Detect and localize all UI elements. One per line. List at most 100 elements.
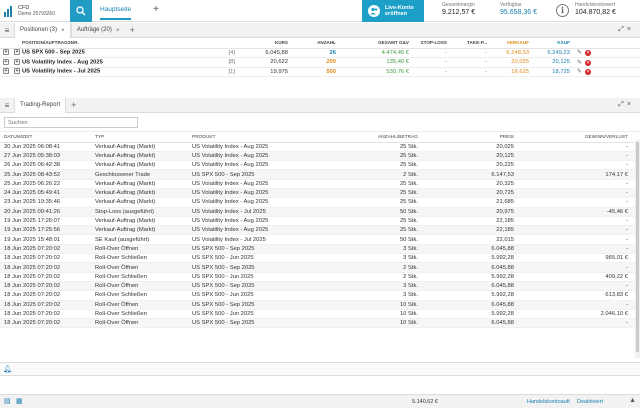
report-pl: - [526,142,640,152]
col-product[interactable]: PRODUKT [188,133,330,143]
report-row[interactable]: 19 Jun 2025 15:48:01 SE Kauf (ausgeführt)… [0,234,640,245]
add-panel-tab-icon[interactable]: + [130,25,135,35]
position-name-cell[interactable]: + + US Volatility Index - Jul 2025 [0,67,150,77]
close-position-icon[interactable]: ✕ [585,69,592,76]
report-row[interactable]: 26 Jun 2025 06:42:38 Verkauf-Auftrag (Mar… [0,160,640,171]
position-row[interactable]: + + US SPX 500 - Sep 2025 [4] 6.045,88 26 4.47… [0,48,640,58]
col-qty[interactable]: ANZAHL/BETRAG [330,133,430,143]
menu-icon[interactable]: ≡ [0,26,14,35]
position-verkauf[interactable]: 18,625 [490,67,532,77]
edit-pencil-icon[interactable]: ✎ [577,50,582,56]
close-tab-icon[interactable]: × [116,27,120,34]
expand-icon[interactable]: ⤢ [618,26,627,33]
tab-positions[interactable]: Positionen (3) × [14,22,71,38]
search-button[interactable] [70,0,92,22]
report-row[interactable]: 25 Jun 2025 06:26:22 Verkauf-Auftrag (Mar… [0,179,640,190]
report-date: 19 Jun 2025 17:26:07 [0,216,91,227]
report-product: US Volatility Index - Jul 2025 [188,207,330,217]
position-row[interactable]: + + US Volatility Index - Jul 2025 [1] 19,97… [0,67,640,77]
report-row[interactable]: 24 Jun 2025 05:49:41 Verkauf-Auftrag (Mar… [0,188,640,199]
account-link[interactable]: Handelskontoauft [527,399,570,405]
deactivated-label[interactable]: Deaktiviert [577,399,603,405]
add-panel-tab-icon[interactable]: + [71,100,76,110]
add-order-icon[interactable]: + [14,49,20,56]
col-gv[interactable]: GESAMT G&V [339,38,412,49]
report-row[interactable]: 23 Jun 2025 19:35:46 Verkauf-Auftrag (Mar… [0,197,640,208]
col-type[interactable]: TYP [91,133,188,143]
col-position[interactable]: POSITION/AUFTRAGSNR. [0,38,150,49]
report-row[interactable]: 18 Jun 2025 07:20:02 Roll-Over Schließen U… [0,290,640,301]
position-takeprofit[interactable]: - [450,57,490,68]
report-row[interactable]: 30 Jun 2025 06:08:41 Verkauf-Auftrag (Mar… [0,142,640,152]
position-row[interactable]: + + US Volatility Index - Aug 2025 [8] 20,62… [0,57,640,68]
report-row[interactable]: 18 Jun 2025 07:20:02 Roll-Over Schließen U… [0,309,640,320]
panel-window-controls[interactable]: ⤢× [618,26,634,34]
arrow-up-icon[interactable]: ▲ [629,397,636,404]
position-stoploss[interactable]: - [412,57,450,68]
position-verkauf[interactable]: 6.248,53 [490,48,532,58]
tab-home[interactable]: Hauptseite [100,6,132,20]
expand-plus-icon[interactable]: + [3,68,9,75]
document-icon[interactable]: ▤ [4,397,11,405]
menu-icon[interactable]: ≡ [0,101,14,110]
report-row[interactable]: 18 Jun 2025 07:20:02 Roll-Over Schließen U… [0,272,640,282]
position-kauf[interactable]: 6.249,23 [532,48,573,58]
position-name-cell[interactable]: + + US SPX 500 - Sep 2025 [0,48,150,58]
col-price[interactable]: PREIS [430,133,526,143]
close-icon[interactable]: × [627,101,634,108]
report-row[interactable]: 18 Jun 2025 07:20:02 Roll-Over Öffnen US S… [0,300,640,310]
position-verkauf[interactable]: 20,025 [490,57,532,68]
report-row[interactable]: 27 Jun 2025 05:38:03 Verkauf-Auftrag (Mar… [0,151,640,162]
report-row[interactable]: 19 Jun 2025 17:25:56 Verkauf-Auftrag (Mar… [0,225,640,236]
report-row[interactable]: 20 Jun 2025 00:41:26 Stop-Loss (ausgeführ… [0,207,640,217]
report-row[interactable]: 18 Jun 2025 07:20:02 Roll-Over Öffnen US S… [0,244,640,255]
report-row[interactable]: 25 Jun 2025 08:43:52 Geschlossener Trade U… [0,169,640,180]
position-stoploss[interactable]: - [412,48,450,58]
add-order-icon[interactable]: + [14,68,20,75]
position-kauf[interactable]: 20,125 [532,57,573,68]
position-gv: 530,76 € [339,67,412,77]
position-takeprofit[interactable]: - [450,67,490,77]
account-switcher[interactable]: CFD Demo 25793260 [0,0,70,22]
tab-orders[interactable]: Aufträge (20) × [70,22,125,38]
scroll-thumb[interactable] [636,142,639,352]
col-kauf[interactable]: KAUF [532,38,573,49]
col-takeprofit[interactable]: TAKE-P... [450,38,490,49]
position-kauf[interactable]: 18,725 [532,67,573,77]
edit-pencil-icon[interactable]: ✎ [577,60,582,66]
col-stoploss[interactable]: STOP-LOSS [412,38,450,49]
report-row[interactable]: 18 Jun 2025 07:20:02 Roll-Over Öffnen US S… [0,262,640,273]
close-icon[interactable]: × [627,26,634,33]
close-position-icon[interactable]: ✕ [585,59,592,66]
tab-trading-report[interactable]: Trading-Report [14,97,67,113]
add-order-icon[interactable]: + [14,58,20,65]
report-row[interactable]: 18 Jun 2025 07:20:02 Roll-Over Schließen U… [0,253,640,264]
close-position-icon[interactable]: ✕ [585,50,592,57]
position-takeprofit[interactable]: - [450,48,490,58]
report-row[interactable]: 19 Jun 2025 17:26:07 Verkauf-Auftrag (Mar… [0,216,640,227]
live-account-button[interactable]: Live-Konto eröffnen [362,0,424,22]
add-tab-icon[interactable]: + [153,4,159,15]
panel-window-controls[interactable]: ⤢× [618,101,634,109]
report-row[interactable]: 18 Jun 2025 07:20:02 Roll-Over Öffnen US S… [0,318,640,329]
bell-icon[interactable]: 🔔︎ [3,365,12,373]
info-icon[interactable]: i [556,4,569,17]
col-pl[interactable]: GEWINN/VERLUST [526,133,640,143]
expand-plus-icon[interactable]: + [3,49,9,56]
position-name-cell[interactable]: + + US Volatility Index - Aug 2025 [0,57,150,68]
position-stoploss[interactable]: - [412,67,450,77]
expand-icon[interactable]: ⤢ [618,101,627,108]
report-search-input[interactable] [4,117,138,128]
col-verkauf[interactable]: VERKAUF [490,38,532,49]
expand-plus-icon[interactable]: + [3,58,9,65]
report-row[interactable]: 18 Jun 2025 07:20:02 Roll-Over Öffnen US S… [0,281,640,292]
report-scrollbar[interactable] [635,140,640,358]
col-kurs[interactable]: KURS [238,38,291,49]
report-type: Verkauf-Auftrag (Markt) [91,225,188,236]
edit-pencil-icon[interactable]: ✎ [577,69,582,75]
report-product: US SPX 500 - Sep 2025 [188,300,330,310]
calendar-icon[interactable]: ▦ [16,397,23,405]
col-anzahl[interactable]: ANZAHL [291,38,339,49]
col-date[interactable]: DATUM/ZEIT [0,133,91,143]
close-tab-icon[interactable]: × [61,27,65,34]
